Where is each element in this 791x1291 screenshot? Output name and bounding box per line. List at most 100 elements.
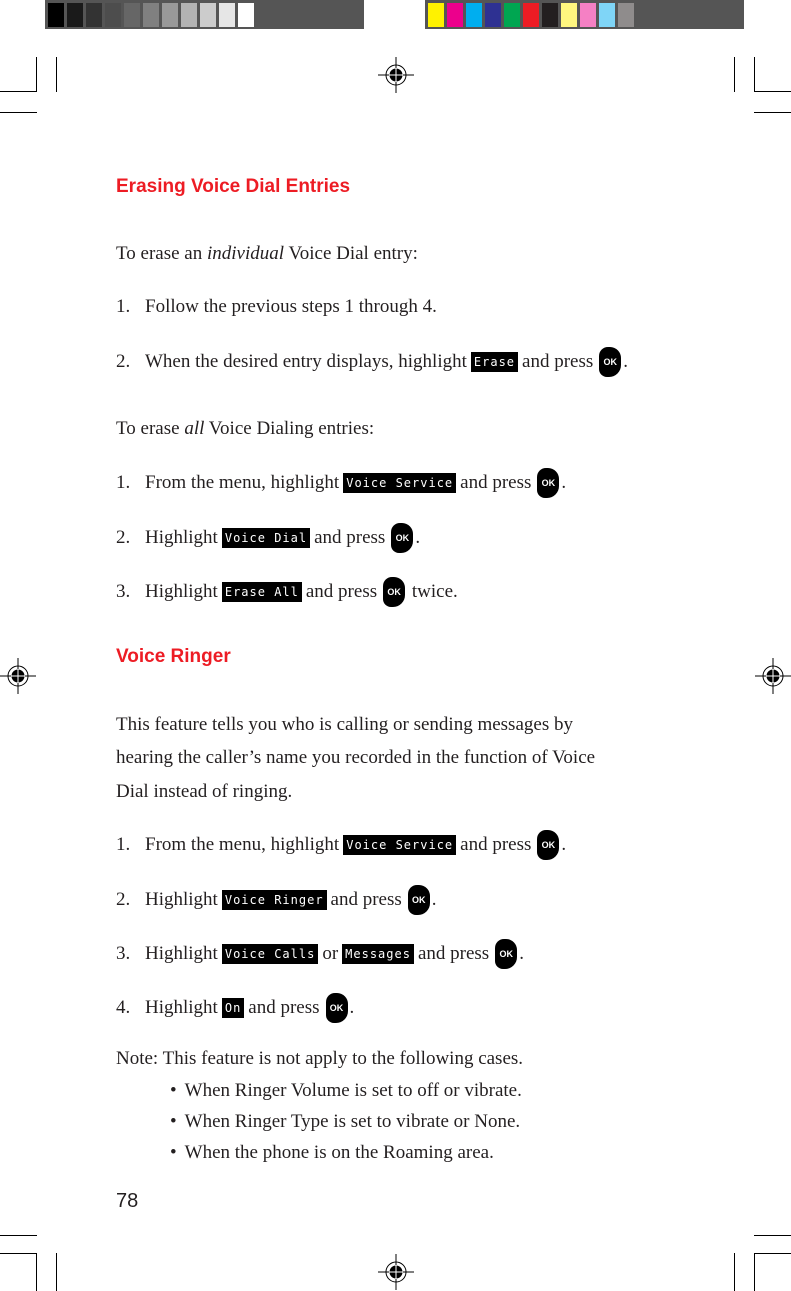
step-text: or <box>322 943 339 964</box>
step-text: Highlight <box>145 889 218 910</box>
step-text: Follow the previous steps 1 through 4. <box>145 296 437 317</box>
step-item: 2. Highlight Voice Dial and press OK . <box>116 521 420 555</box>
step-item: 1. Follow the previous steps 1 through 4… <box>116 290 437 324</box>
step-text: From the menu, highlight <box>145 472 340 493</box>
step-end: twice. <box>407 581 458 602</box>
step-number: 1. <box>116 296 131 317</box>
step-end: . <box>431 889 437 910</box>
lcd-menu-label: Voice Ringer <box>221 890 327 910</box>
gray-swatch <box>181 3 197 27</box>
description-line: This feature tells you who is calling or… <box>116 714 573 735</box>
intro-emphasis: all <box>184 418 205 439</box>
color-swatch <box>618 3 634 27</box>
lcd-menu-label: On <box>221 998 245 1018</box>
color-swatch <box>580 3 596 27</box>
note-bullet: When Ringer Volume is set to off or vibr… <box>170 1075 522 1106</box>
lcd-menu-label: Erase All <box>221 582 302 602</box>
intro-all: To erase all Voice Dialing entries: <box>116 412 374 446</box>
description-line: Dial instead of ringing. <box>116 781 293 802</box>
color-swatch <box>485 3 501 27</box>
step-text: Highlight <box>145 581 218 602</box>
ok-key-icon: OK <box>599 347 622 377</box>
step-item: 3. Highlight Erase All and press OK twic… <box>116 575 458 609</box>
gray-swatch <box>48 3 64 27</box>
step-number: 2. <box>116 889 131 910</box>
ok-key-icon: OK <box>391 523 414 553</box>
note-label: Note: <box>116 1048 159 1069</box>
step-item: 2. Highlight Voice Ringer and press OK . <box>116 883 437 917</box>
color-swatch <box>447 3 463 27</box>
step-text: and press <box>305 581 378 602</box>
step-text: Highlight <box>145 997 218 1018</box>
ok-key-icon: OK <box>537 830 560 860</box>
step-text: and press <box>460 834 532 855</box>
gray-swatch <box>124 3 140 27</box>
step-text: and press <box>314 527 386 548</box>
step-item: 4. Highlight On and press OK . <box>116 991 354 1025</box>
color-swatch <box>466 3 482 27</box>
gray-swatch <box>67 3 83 27</box>
step-text: and press <box>522 351 594 372</box>
intro-text: Voice Dialing entries: <box>204 418 375 439</box>
lcd-menu-label: Voice Calls <box>221 944 319 964</box>
step-text: and press <box>248 997 320 1018</box>
ok-key-icon: OK <box>325 993 348 1023</box>
step-text: and press <box>417 943 490 964</box>
color-swatch <box>542 3 558 27</box>
gray-swatch <box>105 3 121 27</box>
registration-mark-left <box>0 658 36 694</box>
step-item: 2. When the desired entry displays, high… <box>116 345 628 379</box>
gray-swatch <box>200 3 216 27</box>
color-swatch <box>504 3 520 27</box>
gray-swatch <box>143 3 159 27</box>
lcd-menu-label: Voice Service <box>343 835 457 855</box>
lcd-menu-label: Messages <box>342 944 414 964</box>
step-number: 1. <box>116 834 131 855</box>
step-text: and press <box>330 889 402 910</box>
step-item: 3. Highlight Voice Calls or Messages and… <box>116 937 524 971</box>
step-number: 3. <box>116 943 131 964</box>
step-number: 2. <box>116 351 131 372</box>
note: Note: This feature is not apply to the f… <box>116 1043 523 1074</box>
note-bullet-list: When Ringer Volume is set to off or vibr… <box>170 1075 522 1168</box>
step-end: . <box>623 351 628 372</box>
step-item: 1. From the menu, highlight Voice Servic… <box>116 828 566 862</box>
intro-emphasis: individual <box>206 243 285 264</box>
step-end: . <box>561 472 567 493</box>
step-end: . <box>415 527 421 548</box>
step-number: 2. <box>116 527 131 548</box>
ok-key-icon: OK <box>495 939 518 969</box>
step-number: 3. <box>116 581 131 602</box>
step-text: Highlight <box>145 527 218 548</box>
lcd-menu-label: Voice Service <box>343 473 457 493</box>
step-number: 1. <box>116 472 131 493</box>
section-title-voice-ringer: Voice Ringer <box>116 646 231 667</box>
ok-key-icon: OK <box>383 577 406 607</box>
gray-swatch <box>238 3 254 27</box>
step-end: . <box>349 997 355 1018</box>
registration-mark-bottom <box>378 1254 414 1290</box>
intro-text: To erase an <box>116 243 207 264</box>
registration-mark-right <box>755 658 791 694</box>
note-text: This feature is not apply to the followi… <box>162 1048 524 1069</box>
intro-individual: To erase an individual Voice Dial entry: <box>116 237 418 271</box>
lcd-menu-label: Erase <box>470 352 519 372</box>
note-bullet: When Ringer Type is set to vibrate or No… <box>170 1106 522 1137</box>
step-text: When the desired entry displays, highlig… <box>145 351 467 372</box>
intro-text: Voice Dial entry: <box>284 243 418 264</box>
gray-swatch <box>86 3 102 27</box>
ok-key-icon: OK <box>537 468 560 498</box>
registration-mark-top <box>378 57 414 93</box>
color-swatch <box>599 3 615 27</box>
grayscale-color-bar <box>45 0 364 29</box>
ok-key-icon: OK <box>407 885 430 915</box>
description-line: hearing the caller’s name you recorded i… <box>116 747 596 768</box>
intro-text: To erase <box>116 418 185 439</box>
step-number: 4. <box>116 997 131 1018</box>
gray-swatch <box>219 3 235 27</box>
step-text: Highlight <box>145 943 218 964</box>
color-swatch <box>561 3 577 27</box>
step-end: . <box>519 943 524 964</box>
step-text: From the menu, highlight <box>145 834 340 855</box>
step-end: . <box>561 834 567 855</box>
